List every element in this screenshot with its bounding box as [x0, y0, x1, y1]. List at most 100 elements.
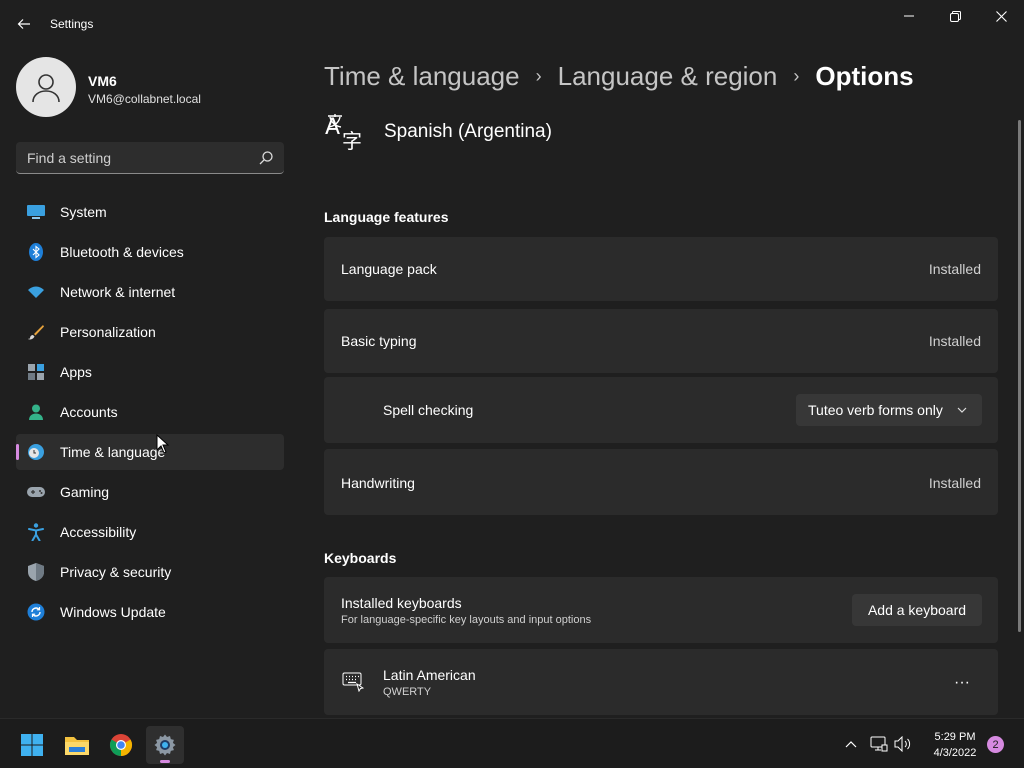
start-button[interactable] [13, 726, 51, 764]
active-app-indicator [160, 760, 170, 763]
breadcrumb-separator: › [793, 65, 800, 86]
keyboard-name: Latin American [383, 667, 476, 683]
sidebar-item-label: System [60, 204, 107, 220]
scrollbar[interactable] [1018, 120, 1021, 632]
sidebar-item-privacy-security[interactable]: Privacy & security [16, 554, 284, 590]
handwriting-status: Installed [928, 475, 981, 491]
tray-overflow-button[interactable] [840, 733, 862, 755]
network-tray-button[interactable] [868, 733, 890, 755]
user-email: VM6@collabnet.local [88, 92, 201, 106]
sidebar-item-bluetooth[interactable]: Bluetooth & devices [16, 234, 284, 270]
language-pack-card: Language pack Installed [324, 237, 998, 301]
svg-text:A: A [325, 115, 340, 140]
chrome-icon [110, 734, 132, 756]
sidebar-item-accounts[interactable]: Accounts [16, 394, 284, 430]
close-icon [995, 10, 1007, 22]
system-icon [27, 203, 45, 221]
language-icon: A字 [324, 111, 366, 153]
installed-keyboards-description: For language-specific key layouts and in… [341, 614, 592, 626]
settings-taskbar-button[interactable] [146, 726, 184, 764]
network-icon [27, 283, 45, 301]
sidebar-item-personalization[interactable]: Personalization [16, 314, 284, 350]
sidebar-item-apps[interactable]: Apps [16, 354, 284, 390]
breadcrumb-language-region[interactable]: Language & region [558, 61, 778, 92]
sidebar-item-label: Windows Update [60, 604, 166, 620]
installed-keyboards-card: Installed keyboards For language-specifi… [324, 577, 998, 643]
language-header: A字 Spanish (Argentina) [324, 110, 552, 154]
sidebar-item-system[interactable]: System [16, 194, 284, 230]
spell-checking-card: Spell checking Tuteo verb forms only [324, 377, 998, 443]
update-icon [27, 603, 45, 621]
sidebar-item-windows-update[interactable]: Windows Update [16, 594, 284, 630]
sidebar-item-label: Accessibility [60, 524, 137, 540]
user-name: VM6 [88, 73, 117, 89]
language-pack-label: Language pack [341, 261, 437, 277]
network-status-icon [870, 736, 888, 752]
spell-checking-value: Tuteo verb forms only [808, 402, 943, 418]
add-keyboard-button[interactable]: Add a keyboard [852, 594, 982, 626]
search-icon [259, 151, 273, 165]
sidebar-item-gaming[interactable]: Gaming [16, 474, 284, 510]
sidebar-item-label: Gaming [60, 484, 110, 500]
section-title-language-features: Language features [324, 209, 449, 225]
file-explorer-icon [65, 737, 89, 755]
sidebar-item-network[interactable]: Network & internet [16, 274, 284, 310]
page-title: Options [815, 60, 914, 91]
back-button[interactable] [12, 12, 36, 36]
bluetooth-icon [27, 243, 45, 261]
breadcrumb: Time & language › Language & region › Op… [324, 58, 914, 94]
shield-icon [27, 563, 45, 581]
nav-list: System Bluetooth & devices Network & int… [16, 194, 284, 634]
spell-checking-label: Spell checking [383, 402, 474, 418]
language-pack-status: Installed [928, 261, 981, 277]
back-arrow-icon [17, 19, 30, 29]
sidebar-item-label: Bluetooth & devices [60, 244, 184, 260]
language-name: Spanish (Argentina) [384, 121, 552, 142]
minimize-button[interactable] [886, 4, 932, 28]
volume-icon [894, 736, 911, 752]
brush-icon [27, 323, 45, 341]
handwriting-card: Handwriting Installed [324, 449, 998, 515]
settings-icon [154, 734, 176, 756]
file-explorer-button[interactable] [58, 726, 96, 764]
mouse-cursor-icon [156, 434, 170, 454]
chevron-up-icon [845, 741, 857, 748]
sidebar-item-label: Accounts [60, 404, 118, 420]
notification-badge[interactable]: 2 [987, 736, 1004, 753]
keyboard-layout: QWERTY [383, 686, 432, 698]
title-bar: Settings [0, 0, 1024, 48]
basic-typing-card: Basic typing Installed [324, 309, 998, 373]
chevron-down-icon [957, 407, 967, 413]
breadcrumb-time-language[interactable]: Time & language [324, 61, 520, 92]
apps-icon [27, 363, 45, 381]
chrome-button[interactable] [102, 726, 140, 764]
sidebar-item-time-language[interactable]: Time & language [16, 434, 284, 470]
section-title-keyboards: Keyboards [324, 550, 397, 566]
spell-checking-dropdown[interactable]: Tuteo verb forms only [796, 394, 982, 426]
installed-keyboards-label: Installed keyboards [341, 595, 462, 611]
keyboard-item-card: Latin American QWERTY ··· [324, 649, 998, 715]
sidebar-item-label: Time & language [60, 444, 166, 460]
app-title: Settings [50, 17, 94, 31]
avatar[interactable] [16, 57, 76, 117]
basic-typing-label: Basic typing [341, 333, 417, 349]
search-input[interactable]: Find a setting [27, 150, 111, 166]
handwriting-label: Handwriting [341, 475, 415, 491]
basic-typing-status: Installed [928, 333, 981, 349]
taskbar-clock[interactable]: 5:29 PM 4/3/2022 [922, 729, 988, 761]
sidebar-item-label: Privacy & security [60, 564, 172, 580]
svg-text:字: 字 [342, 129, 362, 152]
more-options-button[interactable]: ··· [950, 673, 974, 693]
restore-button[interactable] [932, 4, 978, 28]
breadcrumb-separator: › [535, 65, 542, 86]
time-language-icon [27, 443, 45, 461]
sidebar-item-accessibility[interactable]: Accessibility [16, 514, 284, 550]
clock-time: 5:29 PM [934, 731, 976, 743]
start-icon [21, 734, 43, 756]
gaming-icon [27, 483, 45, 501]
accessibility-icon [27, 523, 45, 541]
sidebar-item-label: Network & internet [60, 284, 176, 300]
close-button[interactable] [978, 4, 1024, 28]
search-box[interactable]: Find a setting [16, 142, 284, 174]
volume-tray-button[interactable] [892, 733, 914, 755]
